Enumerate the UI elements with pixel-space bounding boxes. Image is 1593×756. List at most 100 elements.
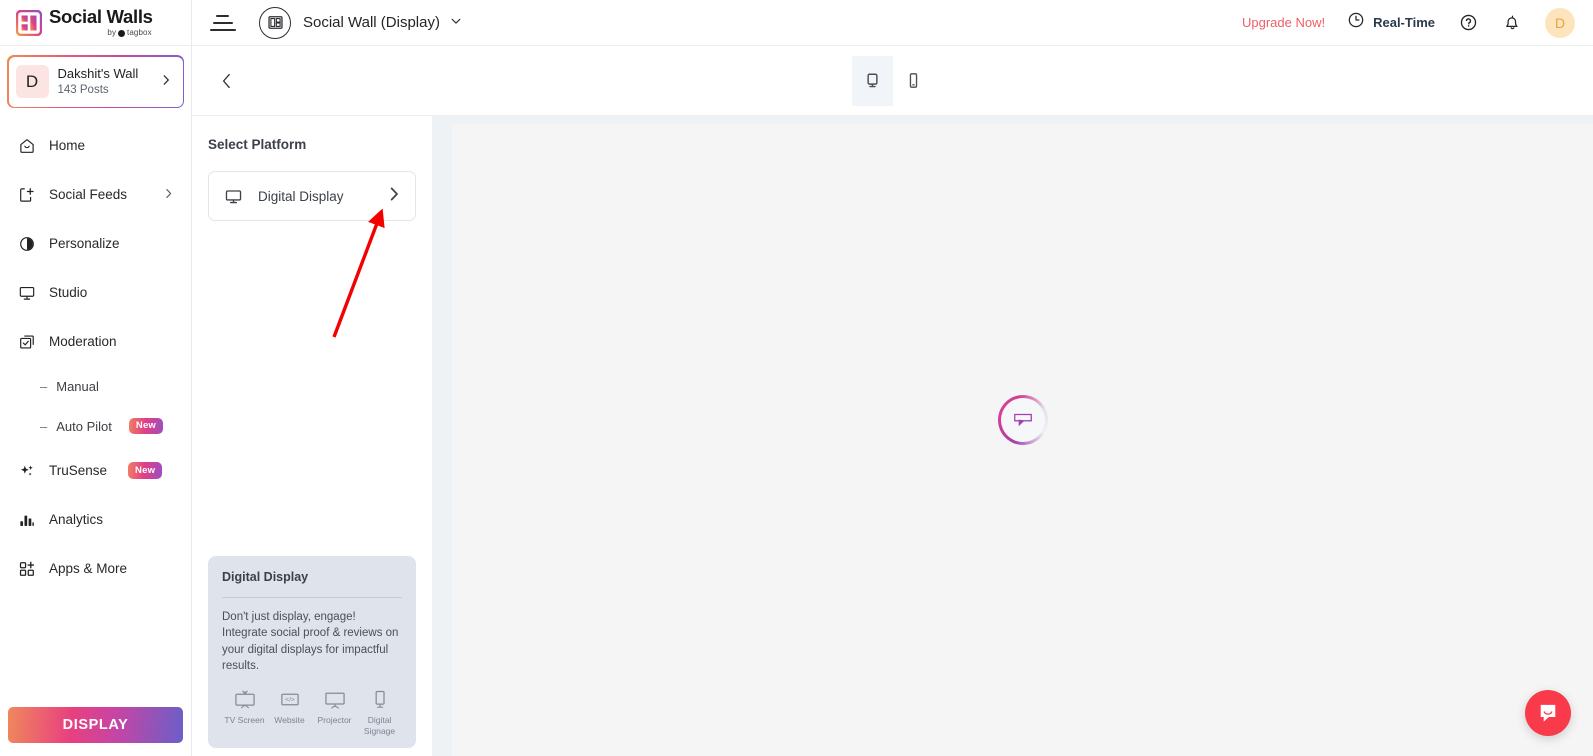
speech-bubble-icon: [1013, 413, 1032, 427]
platform-panel: Select Platform Digital Display Digital …: [192, 116, 432, 756]
main-region: Social Wall (Display) Upgrade Now! Real-…: [192, 0, 1593, 756]
sidebar-item-label: Home: [49, 138, 86, 153]
page-title: Social Wall (Display): [303, 14, 440, 31]
sidebar-subitem-label: Auto Pilot: [56, 418, 112, 434]
sidebar-item-apps-and-more[interactable]: Apps & More: [0, 544, 191, 593]
sidebar-subitem-label: Manual: [56, 378, 99, 394]
divider: [222, 596, 402, 598]
sidebar: Social Walls by tagbox D Dakshit's Wall …: [0, 0, 192, 756]
brand-text: Social Walls by tagbox: [49, 8, 153, 37]
info-icon-projector: Projector: [312, 688, 357, 736]
info-icon-tv-screen: TV Screen: [222, 688, 267, 736]
sidebar-item-label: Social Feeds: [49, 187, 128, 202]
sidebar-subitem-auto-pilot[interactable]: – Auto Pilot New: [0, 406, 191, 446]
info-card-text: Don't just display, engage! Integrate so…: [222, 610, 399, 672]
analytics-icon: [17, 510, 36, 529]
sidebar-item-analytics[interactable]: Analytics: [0, 495, 191, 544]
personalize-icon: [17, 234, 36, 253]
back-button[interactable]: [212, 66, 242, 96]
sub-toolbar: [192, 46, 1593, 116]
chevron-right-icon: [159, 73, 175, 90]
chevron-right-icon: [162, 187, 175, 203]
sidebar-item-trusense[interactable]: TruSense New: [0, 446, 191, 495]
intercom-chat-icon: [1540, 704, 1556, 722]
sidebar-item-social-feeds[interactable]: Social Feeds: [0, 170, 191, 219]
info-icon-caption: Digital Signage: [363, 715, 396, 736]
realtime-toggle[interactable]: Real-Time: [1347, 11, 1435, 34]
device-toggle-desktop[interactable]: [851, 55, 893, 106]
chevron-right-icon: [385, 185, 403, 208]
sidebar-item-home[interactable]: Home: [0, 121, 191, 170]
code-icon: </>: [278, 688, 302, 710]
trusense-icon: [17, 461, 36, 480]
dash-icon: –: [40, 418, 48, 434]
upgrade-now-link[interactable]: Upgrade Now!: [1242, 15, 1325, 30]
projector-icon: [323, 688, 347, 710]
sidebar-item-moderation[interactable]: Moderation: [0, 317, 191, 366]
preview-area: [432, 116, 1593, 756]
info-icon-caption: Projector: [317, 715, 352, 726]
display-button[interactable]: DISPLAY: [8, 707, 183, 743]
body-region: Select Platform Digital Display Digital …: [192, 116, 1593, 756]
tagbox-icon: [118, 29, 126, 37]
top-header: Social Wall (Display) Upgrade Now! Real-…: [192, 0, 1593, 46]
platform-card-label: Digital Display: [258, 188, 344, 204]
wall-name: Dakshit's Wall: [57, 65, 139, 81]
sidebar-item-studio[interactable]: Studio: [0, 268, 191, 317]
brand-logo[interactable]: Social Walls by tagbox: [0, 0, 191, 46]
info-icon-digital-signage: Digital Signage: [357, 688, 402, 736]
platform-card-digital-display[interactable]: Digital Display: [208, 171, 416, 221]
app-root: Social Walls by tagbox D Dakshit's Wall …: [0, 0, 1593, 756]
intercom-launcher[interactable]: [1525, 690, 1571, 736]
clock-icon: [1347, 11, 1365, 34]
tv-icon: [233, 688, 257, 710]
info-card-icons: TV Screen </> Website Projector Digital …: [222, 688, 402, 736]
speech-bubble-loader: [997, 395, 1048, 445]
info-icon-caption: TV Screen: [224, 715, 265, 726]
layout-icon[interactable]: [259, 6, 291, 39]
social-walls-logo-icon: [15, 9, 43, 36]
monitor-icon: [224, 187, 244, 206]
device-toggle-group: [851, 55, 934, 106]
user-avatar[interactable]: D: [1545, 7, 1575, 38]
bell-icon[interactable]: [1501, 12, 1523, 34]
wall-title-dropdown[interactable]: Social Wall (Display): [303, 14, 463, 31]
sidebar-nav: Home Social Feeds Personalize Studio Mod…: [0, 112, 191, 756]
info-card-title: Digital Display: [222, 569, 309, 584]
hamburger-icon[interactable]: [210, 13, 236, 33]
studio-icon: [17, 283, 36, 302]
panel-title: Select Platform: [208, 137, 307, 152]
info-icon-website: </> Website: [267, 688, 312, 736]
wall-post-count: 143 Posts: [57, 83, 109, 96]
chevron-down-icon: [449, 14, 463, 31]
wall-selector[interactable]: D Dakshit's Wall 143 Posts: [7, 55, 184, 108]
brand-title: Social Walls: [49, 6, 153, 28]
preview-canvas: [452, 124, 1593, 756]
home-icon: [17, 136, 36, 155]
sidebar-item-label: Apps & More: [49, 561, 128, 576]
apps-icon: [17, 559, 36, 578]
signage-icon: [368, 688, 392, 710]
sidebar-item-label: Moderation: [49, 334, 117, 349]
sidebar-item-label: TruSense: [49, 463, 108, 478]
brand-subtitle: by tagbox: [107, 27, 152, 37]
sidebar-item-label: Studio: [49, 285, 88, 300]
info-icon-caption: Website: [274, 715, 305, 726]
realtime-label: Real-Time: [1373, 15, 1435, 30]
brand-subtitle-tagbox: tagbox: [127, 27, 152, 37]
moderation-icon: [17, 332, 36, 351]
social-feeds-icon: [17, 185, 36, 204]
dash-icon: –: [40, 378, 48, 394]
brand-subtitle-by: by: [107, 27, 117, 37]
sidebar-subitem-manual[interactable]: – Manual: [0, 366, 191, 406]
info-card-digital-display: Digital Display Don't just display, enga…: [208, 555, 416, 748]
wall-avatar: D: [15, 65, 49, 98]
device-toggle-mobile[interactable]: [893, 56, 934, 106]
sidebar-item-personalize[interactable]: Personalize: [0, 219, 191, 268]
status-badge: New: [128, 462, 163, 479]
svg-text:</>: </>: [285, 697, 295, 704]
status-badge: New: [128, 417, 164, 435]
wall-meta: Dakshit's Wall 143 Posts: [58, 66, 150, 98]
help-icon[interactable]: [1457, 12, 1479, 34]
sidebar-item-label: Personalize: [49, 236, 120, 251]
